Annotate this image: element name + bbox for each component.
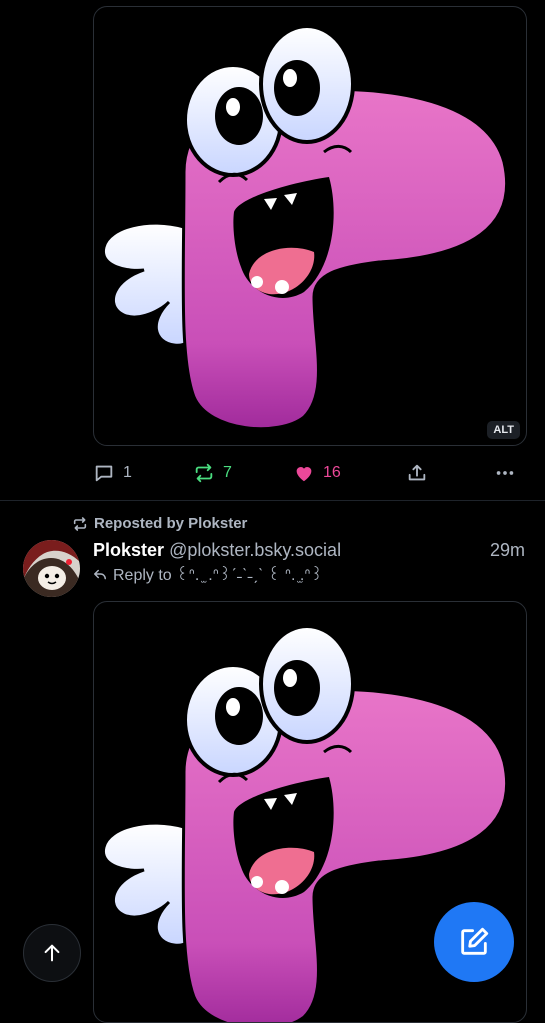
reply-count: 1: [123, 464, 132, 481]
heart-icon: [296, 467, 312, 482]
repost-label: Reposted by Plokster: [94, 515, 248, 532]
share-button[interactable]: [406, 458, 428, 488]
post-image[interactable]: ALT: [93, 6, 527, 446]
arrow-up-icon: [44, 944, 60, 962]
alt-badge[interactable]: ALT: [487, 421, 520, 439]
scroll-to-top-button[interactable]: [23, 924, 81, 982]
author-handle[interactable]: @plokster.bsky.social: [169, 540, 341, 560]
reply-icon: [95, 465, 113, 482]
share-icon: [408, 464, 426, 481]
post-header: Plokster @plokster.bsky.social 29m: [93, 540, 525, 562]
reply-to-line[interactable]: Reply to ꒰ᐢ. ̫ .ᐢ꒱ˊ˗ˋ˗ˏˋ ꒰ ᐢ. ̫.ᐢ꒱: [93, 563, 323, 585]
repost-icon: [73, 516, 87, 531]
reply-to-text: Reply to ꒰ᐢ. ̫ .ᐢ꒱ˊ˗ˋ˗ˏˋ ꒰ ᐢ. ̫.ᐢ꒱: [113, 567, 324, 584]
repost-button[interactable]: 7: [193, 458, 232, 488]
post-time[interactable]: 29m: [490, 540, 525, 561]
repost-indicator[interactable]: Reposted by Plokster: [72, 515, 247, 532]
feed-post: ALT 1 7 16: [0, 0, 545, 500]
avatar-image: [23, 540, 80, 597]
like-button[interactable]: 16: [293, 458, 341, 488]
repost-count: 7: [223, 464, 232, 481]
compose-icon: [461, 927, 489, 955]
plokster-p-character-image: [101, 24, 509, 431]
reply-arrow-icon: [94, 569, 106, 580]
like-count: 16: [323, 464, 341, 481]
repost-icon: [195, 463, 213, 483]
author-name[interactable]: Plokster: [93, 540, 164, 560]
reply-button[interactable]: 1: [93, 458, 132, 488]
post-actions: 1 7 16: [93, 458, 525, 488]
more-icon: [496, 471, 514, 475]
post-divider: [0, 500, 545, 501]
compose-button[interactable]: [434, 902, 514, 982]
avatar[interactable]: [23, 540, 80, 597]
more-options-button[interactable]: [493, 458, 517, 488]
